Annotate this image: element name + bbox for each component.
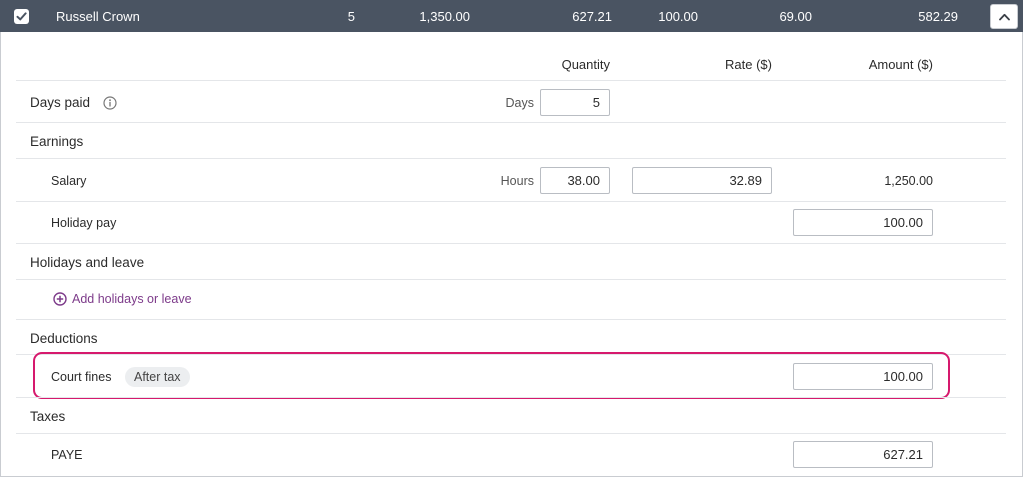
- salary-label: Salary: [51, 174, 87, 188]
- header-days: 5: [347, 9, 355, 24]
- holiday-pay-label: Holiday pay: [51, 216, 117, 230]
- divider: [16, 319, 1006, 320]
- divider: [16, 397, 1006, 398]
- divider: [16, 122, 1006, 123]
- divider: [16, 243, 1006, 244]
- employee-name: Russell Crown: [56, 9, 140, 24]
- add-holidays-leave-link[interactable]: Add holidays or leave: [53, 292, 192, 306]
- divider: [16, 201, 1006, 202]
- collapse-button[interactable]: [990, 4, 1018, 29]
- plus-circle-icon: [53, 292, 67, 306]
- header-gross: 1,350.00: [419, 9, 470, 24]
- info-icon[interactable]: [103, 96, 117, 110]
- paye-amount-input[interactable]: [793, 441, 933, 468]
- header-deductions: 100.00: [658, 9, 698, 24]
- salary-rate-input[interactable]: [632, 167, 772, 194]
- hours-unit-label: Hours: [500, 174, 534, 188]
- add-holidays-leave-label: Add holidays or leave: [72, 292, 192, 306]
- days-unit-label: Days: [505, 96, 534, 110]
- column-rate: Rate ($): [725, 57, 772, 72]
- days-paid-input[interactable]: [540, 89, 610, 116]
- taxes-heading: Taxes: [30, 409, 66, 424]
- column-quantity: Quantity: [561, 57, 610, 72]
- employee-row-header[interactable]: Russell Crown 5 1,350.00 627.21 100.00 6…: [0, 0, 1023, 32]
- divider: [16, 279, 1006, 280]
- holidays-leave-heading: Holidays and leave: [30, 255, 145, 270]
- column-amount: Amount ($): [868, 57, 933, 72]
- divider: [16, 158, 1006, 159]
- salary-hours-input[interactable]: [540, 167, 610, 194]
- header-super: 69.00: [779, 9, 812, 24]
- paye-label: PAYE: [51, 448, 83, 462]
- holiday-pay-amount-input[interactable]: [793, 209, 933, 236]
- days-paid-label: Days paid: [30, 95, 91, 110]
- highlight-outline: [33, 352, 950, 399]
- divider: [16, 80, 1006, 81]
- header-tax: 627.21: [572, 9, 612, 24]
- checkbox-checked-icon[interactable]: [14, 9, 29, 24]
- chevron-up-icon: [999, 13, 1010, 21]
- salary-amount: 1,250.00: [884, 174, 933, 188]
- divider: [16, 433, 1006, 434]
- deductions-heading: Deductions: [30, 331, 98, 346]
- header-net-pay: 582.29: [918, 9, 958, 24]
- earnings-heading: Earnings: [30, 134, 84, 149]
